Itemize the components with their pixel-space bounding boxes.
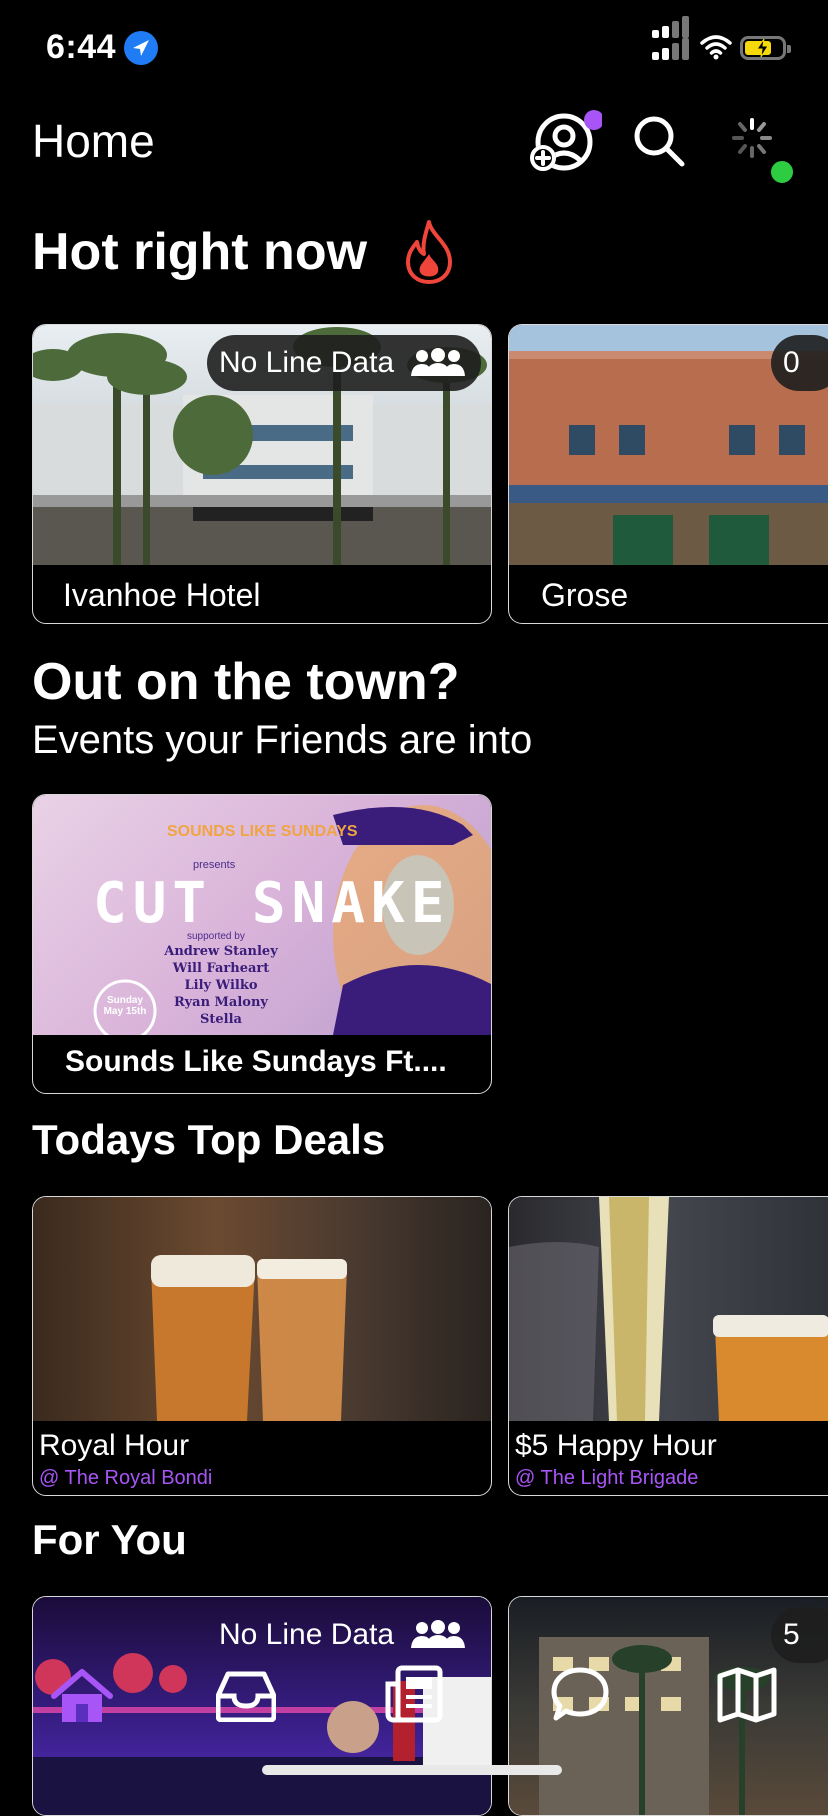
- venue-card[interactable]: No Line Data Ivanhoe Hotel: [32, 324, 492, 624]
- event-card[interactable]: SOUNDS LIKE SUNDAYS presents CUT SNAKE s…: [32, 794, 492, 1094]
- deal-name: $5 Happy Hour: [515, 1429, 717, 1462]
- event-name: Sounds Like Sundays Ft....: [65, 1045, 447, 1078]
- poster-presents: presents: [193, 859, 236, 871]
- deal-card[interactable]: Royal Hour @ The Royal Bondi: [32, 1196, 492, 1496]
- poster-headline: CUT SNAKE: [93, 871, 451, 936]
- line-data-badge: No Line Data: [207, 335, 481, 391]
- page-title: Home: [32, 115, 155, 167]
- location-arrow-icon: [124, 31, 158, 65]
- for-you-section-title: For You: [32, 1516, 187, 1563]
- hot-section-title: Hot right now: [32, 223, 368, 281]
- deal-venue-link[interactable]: @ The Royal Bondi: [39, 1467, 212, 1490]
- news-icon: [385, 1665, 443, 1723]
- poster-date: Sunday May 15th: [103, 995, 147, 1017]
- inbox-icon: [215, 1671, 277, 1723]
- line-data-label: No Line Data: [219, 346, 395, 379]
- poster-lineup: Andrew Stanley Will Farheart Lily Wilko …: [161, 943, 281, 1028]
- deal-card[interactable]: $5 Happy Hour @ The Light Brigade: [508, 1196, 828, 1496]
- events-section-title: Out on the town?: [32, 653, 460, 711]
- search-icon: [634, 116, 685, 167]
- line-count-label: 5: [783, 1618, 800, 1651]
- deal-venue-link[interactable]: @ The Light Brigade: [515, 1467, 698, 1490]
- activity-status-button[interactable]: [728, 116, 796, 186]
- lineup-artist: Andrew Stanley: [164, 944, 278, 959]
- status-time: 6:44: [46, 28, 117, 66]
- tab-inbox[interactable]: [215, 1670, 277, 1723]
- deals-section-title: Todays Top Deals: [32, 1116, 386, 1163]
- poster-supported-by: supported by: [187, 931, 245, 942]
- lineup-artist: Stella: [200, 1012, 242, 1027]
- line-count-label: 0: [783, 346, 800, 379]
- group-icon: [411, 348, 465, 376]
- deal-photo: [33, 1197, 491, 1421]
- tab-news[interactable]: [384, 1664, 444, 1724]
- home-indicator[interactable]: [262, 1765, 562, 1775]
- tab-chat[interactable]: [550, 1666, 610, 1724]
- online-status-dot: [768, 158, 796, 186]
- add-friend-icon: [530, 110, 604, 171]
- chat-icon: [551, 1667, 609, 1721]
- wifi-icon: [700, 34, 732, 65]
- cellular-signal-bars: [652, 38, 692, 60]
- lineup-artist: Lily Wilko: [184, 978, 258, 993]
- venue-card[interactable]: 0 Grose: [508, 324, 828, 624]
- add-friend-button[interactable]: [526, 108, 604, 176]
- tab-home[interactable]: [50, 1666, 114, 1726]
- venue-name: Ivanhoe Hotel: [63, 577, 261, 613]
- line-data-badge: 0: [771, 335, 828, 391]
- venue-name: Grose: [541, 577, 629, 613]
- battery-icon: [740, 36, 791, 60]
- tab-map[interactable]: [716, 1666, 778, 1724]
- lineup-artist: Ryan Malony: [174, 995, 268, 1010]
- group-icon: [411, 1620, 465, 1648]
- home-icon: [51, 1669, 113, 1722]
- deal-photo: [509, 1197, 828, 1421]
- status-bar: 6:44: [0, 0, 828, 100]
- deal-name: Royal Hour: [39, 1429, 190, 1462]
- event-poster: SOUNDS LIKE SUNDAYS presents CUT SNAKE s…: [33, 795, 491, 1035]
- search-button[interactable]: [632, 114, 686, 168]
- map-icon: [717, 1667, 777, 1723]
- line-data-label: No Line Data: [219, 1618, 395, 1651]
- fire-icon: [402, 218, 456, 286]
- lineup-artist: Will Farheart: [172, 961, 270, 976]
- events-section-subtitle: Events your Friends are into: [32, 718, 533, 762]
- poster-brand: SOUNDS LIKE SUNDAYS: [167, 823, 358, 840]
